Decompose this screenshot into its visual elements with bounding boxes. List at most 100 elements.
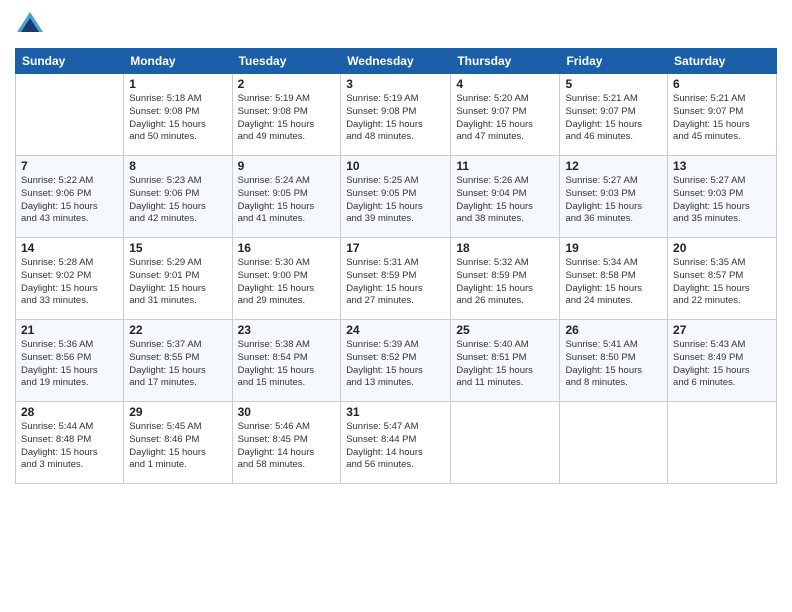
calendar-cell: 10 Sunrise: 5:25 AM Sunset: 9:05 PM Dayli…: [341, 156, 451, 238]
col-header-wednesday: Wednesday: [341, 49, 451, 74]
day-info: Sunrise: 5:30 AM Sunset: 9:00 PM Dayligh…: [238, 257, 336, 308]
week-row-5: 28Sunrise: 5:44 AM Sunset: 8:48 PM Dayli…: [16, 402, 777, 484]
col-header-tuesday: Tuesday: [232, 49, 341, 74]
calendar-cell: [560, 402, 668, 484]
calendar-cell: 17 Sunrise: 5:31 AM Sunset: 8:59 PM Dayli…: [341, 238, 451, 320]
day-info: Sunrise: 5:40 AM Sunset: 8:51 PM Dayligh…: [456, 339, 554, 390]
day-info: Sunrise: 5:32 AM Sunset: 8:59 PM Dayligh…: [456, 257, 554, 308]
calendar-cell: 15 Sunrise: 5:29 AM Sunset: 9:01 PM Dayli…: [124, 238, 232, 320]
calendar-cell: 21 Sunrise: 5:36 AM Sunset: 8:56 PM Dayli…: [16, 320, 124, 402]
calendar-cell: 30 Sunrise: 5:46 AM Sunset: 8:45 PM Dayli…: [232, 402, 341, 484]
day-number: 20: [673, 241, 771, 255]
day-number: 3: [346, 77, 445, 91]
col-header-friday: Friday: [560, 49, 668, 74]
calendar-cell: 26 Sunrise: 5:41 AM Sunset: 8:50 PM Dayli…: [560, 320, 668, 402]
week-row-4: 21 Sunrise: 5:36 AM Sunset: 8:56 PM Dayli…: [16, 320, 777, 402]
calendar-cell: 25 Sunrise: 5:40 AM Sunset: 8:51 PM Dayli…: [451, 320, 560, 402]
day-info: Sunrise: 5:21 AM Sunset: 9:07 PM Dayligh…: [565, 93, 662, 144]
day-info: Sunrise: 5:37 AM Sunset: 8:55 PM Dayligh…: [129, 339, 226, 390]
day-info: Sunrise: 5:22 AM Sunset: 9:06 PM Dayligh…: [21, 175, 118, 226]
day-info: Sunrise: 5:43 AM Sunset: 8:49 PM Dayligh…: [673, 339, 771, 390]
day-number: 14: [21, 241, 118, 255]
day-number: 15: [129, 241, 226, 255]
col-header-monday: Monday: [124, 49, 232, 74]
calendar-cell: 31 Sunrise: 5:47 AM Sunset: 8:44 PM Dayli…: [341, 402, 451, 484]
day-number: 2: [238, 77, 336, 91]
calendar-cell: [451, 402, 560, 484]
calendar-cell: 23 Sunrise: 5:38 AM Sunset: 8:54 PM Dayli…: [232, 320, 341, 402]
day-info: Sunrise: 5:36 AM Sunset: 8:56 PM Dayligh…: [21, 339, 118, 390]
day-info: Sunrise: 5:35 AM Sunset: 8:57 PM Dayligh…: [673, 257, 771, 308]
day-number: 1: [129, 77, 226, 91]
calendar-cell: 18Sunrise: 5:32 AM Sunset: 8:59 PM Dayli…: [451, 238, 560, 320]
calendar-cell: 16 Sunrise: 5:30 AM Sunset: 9:00 PM Dayli…: [232, 238, 341, 320]
day-info: Sunrise: 5:23 AM Sunset: 9:06 PM Dayligh…: [129, 175, 226, 226]
day-number: 12: [565, 159, 662, 173]
col-header-sunday: Sunday: [16, 49, 124, 74]
calendar-cell: 6Sunrise: 5:21 AM Sunset: 9:07 PM Daylig…: [668, 74, 777, 156]
week-row-1: 1 Sunrise: 5:18 AM Sunset: 9:08 PM Daylig…: [16, 74, 777, 156]
col-header-thursday: Thursday: [451, 49, 560, 74]
calendar-cell: 19 Sunrise: 5:34 AM Sunset: 8:58 PM Dayli…: [560, 238, 668, 320]
calendar-cell: 14 Sunrise: 5:28 AM Sunset: 9:02 PM Dayli…: [16, 238, 124, 320]
day-number: 26: [565, 323, 662, 337]
calendar-cell: 22Sunrise: 5:37 AM Sunset: 8:55 PM Dayli…: [124, 320, 232, 402]
day-number: 9: [238, 159, 336, 173]
week-row-2: 7 Sunrise: 5:22 AM Sunset: 9:06 PM Daylig…: [16, 156, 777, 238]
day-info: Sunrise: 5:41 AM Sunset: 8:50 PM Dayligh…: [565, 339, 662, 390]
day-number: 10: [346, 159, 445, 173]
calendar-cell: 13Sunrise: 5:27 AM Sunset: 9:03 PM Dayli…: [668, 156, 777, 238]
header: [15, 10, 777, 40]
calendar-cell: 5 Sunrise: 5:21 AM Sunset: 9:07 PM Daylig…: [560, 74, 668, 156]
day-info: Sunrise: 5:46 AM Sunset: 8:45 PM Dayligh…: [238, 421, 336, 472]
calendar-cell: 29 Sunrise: 5:45 AM Sunset: 8:46 PM Dayli…: [124, 402, 232, 484]
logo-icon: [15, 10, 45, 40]
day-info: Sunrise: 5:24 AM Sunset: 9:05 PM Dayligh…: [238, 175, 336, 226]
day-number: 17: [346, 241, 445, 255]
day-number: 7: [21, 159, 118, 173]
day-number: 31: [346, 405, 445, 419]
calendar-cell: 9 Sunrise: 5:24 AM Sunset: 9:05 PM Daylig…: [232, 156, 341, 238]
day-info: Sunrise: 5:18 AM Sunset: 9:08 PM Dayligh…: [129, 93, 226, 144]
col-header-saturday: Saturday: [668, 49, 777, 74]
day-info: Sunrise: 5:28 AM Sunset: 9:02 PM Dayligh…: [21, 257, 118, 308]
day-info: Sunrise: 5:38 AM Sunset: 8:54 PM Dayligh…: [238, 339, 336, 390]
day-number: 8: [129, 159, 226, 173]
day-info: Sunrise: 5:45 AM Sunset: 8:46 PM Dayligh…: [129, 421, 226, 472]
day-number: 28: [21, 405, 118, 419]
logo: [15, 10, 49, 40]
day-info: Sunrise: 5:27 AM Sunset: 9:03 PM Dayligh…: [565, 175, 662, 226]
day-number: 19: [565, 241, 662, 255]
day-number: 29: [129, 405, 226, 419]
calendar-cell: [668, 402, 777, 484]
calendar-cell: 4Sunrise: 5:20 AM Sunset: 9:07 PM Daylig…: [451, 74, 560, 156]
day-number: 5: [565, 77, 662, 91]
day-info: Sunrise: 5:34 AM Sunset: 8:58 PM Dayligh…: [565, 257, 662, 308]
day-number: 16: [238, 241, 336, 255]
calendar-cell: 28Sunrise: 5:44 AM Sunset: 8:48 PM Dayli…: [16, 402, 124, 484]
day-number: 4: [456, 77, 554, 91]
day-number: 21: [21, 323, 118, 337]
day-info: Sunrise: 5:47 AM Sunset: 8:44 PM Dayligh…: [346, 421, 445, 472]
day-number: 27: [673, 323, 771, 337]
calendar-cell: 24Sunrise: 5:39 AM Sunset: 8:52 PM Dayli…: [341, 320, 451, 402]
calendar-cell: 20 Sunrise: 5:35 AM Sunset: 8:57 PM Dayli…: [668, 238, 777, 320]
calendar-cell: 3Sunrise: 5:19 AM Sunset: 9:08 PM Daylig…: [341, 74, 451, 156]
day-info: Sunrise: 5:25 AM Sunset: 9:05 PM Dayligh…: [346, 175, 445, 226]
calendar-cell: 1 Sunrise: 5:18 AM Sunset: 9:08 PM Daylig…: [124, 74, 232, 156]
day-info: Sunrise: 5:26 AM Sunset: 9:04 PM Dayligh…: [456, 175, 554, 226]
calendar: SundayMondayTuesdayWednesdayThursdayFrid…: [15, 48, 777, 484]
calendar-cell: 8 Sunrise: 5:23 AM Sunset: 9:06 PM Daylig…: [124, 156, 232, 238]
day-info: Sunrise: 5:29 AM Sunset: 9:01 PM Dayligh…: [129, 257, 226, 308]
day-info: Sunrise: 5:31 AM Sunset: 8:59 PM Dayligh…: [346, 257, 445, 308]
day-number: 25: [456, 323, 554, 337]
calendar-cell: 7 Sunrise: 5:22 AM Sunset: 9:06 PM Daylig…: [16, 156, 124, 238]
calendar-cell: 2Sunrise: 5:19 AM Sunset: 9:08 PM Daylig…: [232, 74, 341, 156]
day-number: 24: [346, 323, 445, 337]
day-info: Sunrise: 5:21 AM Sunset: 9:07 PM Dayligh…: [673, 93, 771, 144]
day-number: 13: [673, 159, 771, 173]
day-number: 30: [238, 405, 336, 419]
day-number: 23: [238, 323, 336, 337]
calendar-cell: 11Sunrise: 5:26 AM Sunset: 9:04 PM Dayli…: [451, 156, 560, 238]
page: SundayMondayTuesdayWednesdayThursdayFrid…: [0, 0, 792, 612]
